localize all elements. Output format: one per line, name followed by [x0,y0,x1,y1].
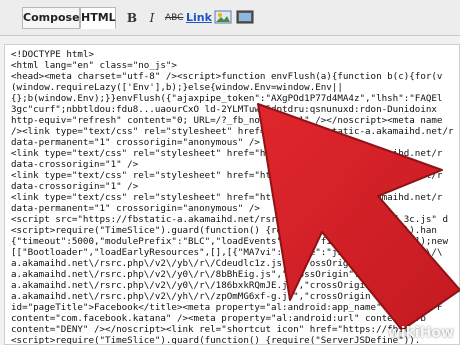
tab-compose[interactable]: Compose [22,7,80,29]
bold-button[interactable]: B [126,9,138,27]
source-code-line: <script>require("TimeSlice").guard(funct… [11,335,421,345]
wikihow-watermark: wikiHow [387,325,454,341]
image-icon[interactable] [214,9,232,27]
html-source-editor[interactable]: <!DOCTYPE html> <html lang="en" class="no… [4,44,460,345]
italic-button[interactable]: I [146,9,158,27]
strikethrough-button[interactable]: ABC [165,9,183,27]
editor-toolbar: Compose HTML B I ABC Link [0,0,460,36]
link-button[interactable]: Link [186,9,212,27]
tab-html[interactable]: HTML [80,7,116,29]
video-icon[interactable] [236,9,254,27]
blogger-editor-window: Compose HTML B I ABC Link <!DOCTYPE html… [0,0,460,345]
